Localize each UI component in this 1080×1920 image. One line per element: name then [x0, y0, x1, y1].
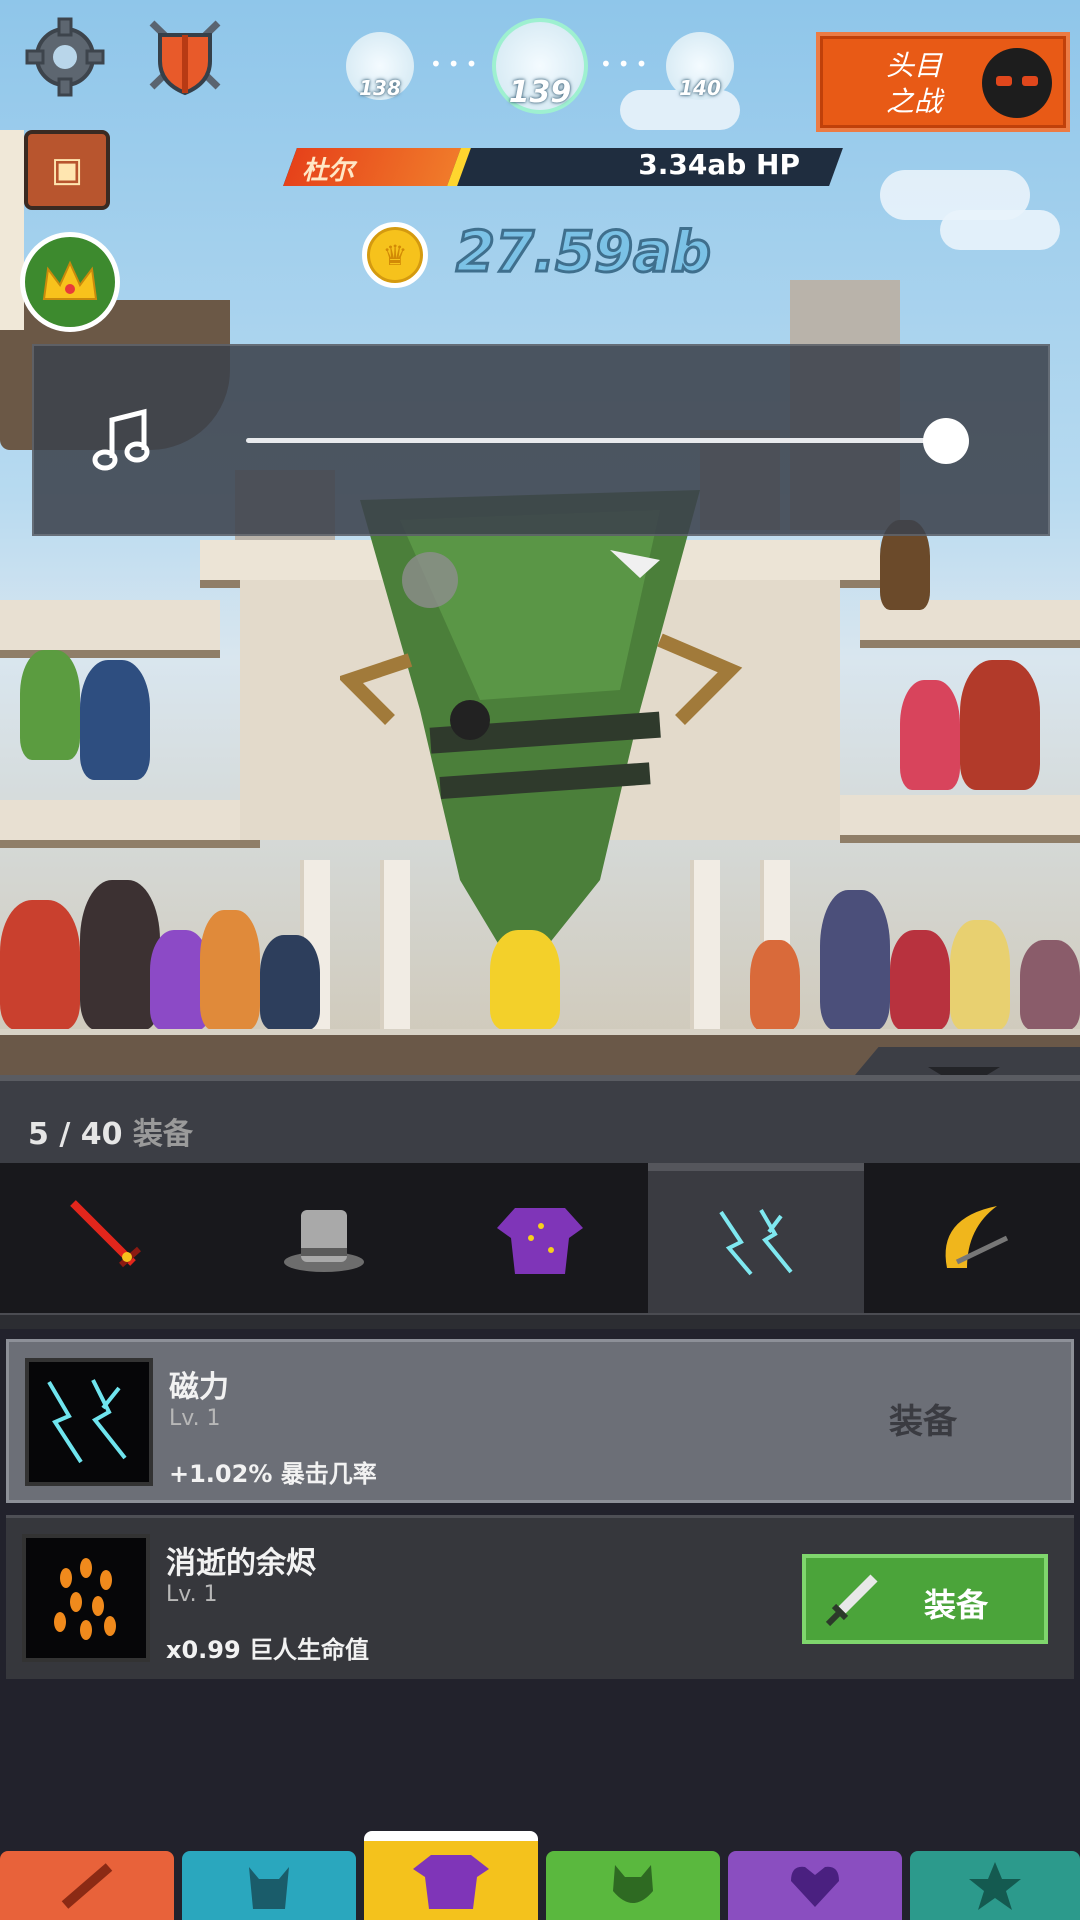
equipment-category-tabs	[0, 1163, 1080, 1313]
clan-button[interactable]	[20, 232, 120, 332]
embers-icon	[54, 1558, 116, 1640]
item-effect: +1.02% 暴击几率	[169, 1460, 377, 1488]
cloud	[940, 210, 1060, 250]
equip-button[interactable]: 装备	[889, 1394, 957, 1443]
item-effect: x0.99 巨人生命值	[166, 1636, 370, 1664]
stage-dots: •••	[600, 52, 654, 76]
stage-current: 139	[492, 18, 588, 114]
nav-sword[interactable]	[0, 1851, 174, 1920]
item-level: Lv. 1	[166, 1582, 218, 1607]
equipment-count-value: 5 / 40	[28, 1117, 123, 1152]
shop-button[interactable]: ▣	[24, 130, 110, 210]
hero	[0, 900, 80, 1030]
stage-prev: 138	[346, 32, 414, 100]
equipment-nav-icon	[413, 1854, 489, 1909]
crown-icon	[42, 260, 98, 300]
lightning-aura-icon	[47, 1379, 127, 1464]
nav-equipment[interactable]	[364, 1831, 538, 1920]
sword-icon	[70, 1200, 141, 1268]
golden-slash-icon	[945, 1206, 1009, 1268]
stage-prev-number: 138	[359, 76, 401, 100]
castle-ledge	[0, 800, 260, 848]
nav-heroes[interactable]	[182, 1851, 356, 1920]
hero	[960, 660, 1040, 790]
hero	[80, 880, 160, 1030]
airship-sail	[0, 130, 24, 330]
item-name: 消逝的余烬	[166, 1546, 316, 1581]
stage-dots: •••	[430, 52, 484, 76]
guild-button[interactable]	[140, 14, 230, 100]
gold-amount: 27.59ab	[454, 219, 712, 287]
volume-panel	[32, 344, 1050, 536]
hero	[80, 660, 150, 780]
tab-aura[interactable]	[648, 1163, 864, 1313]
shop-nav-icon	[969, 1861, 1021, 1910]
crossed-swords-shield-icon	[149, 20, 221, 96]
equip-button-label: 装备	[924, 1586, 989, 1624]
equipment-count-label: 装备	[132, 1117, 193, 1152]
item-thumbnail	[25, 1358, 153, 1486]
hero	[950, 920, 1010, 1030]
boss-fight-button[interactable]: 头目 之战	[816, 32, 1070, 132]
stage-next-number: 140	[679, 76, 721, 100]
sword-icon	[825, 1574, 878, 1627]
tab-robe[interactable]	[432, 1163, 648, 1313]
settings-button[interactable]	[22, 14, 108, 100]
nav-pets[interactable]	[546, 1851, 720, 1920]
hero	[750, 940, 800, 1030]
bottom-nav	[0, 1831, 1080, 1920]
stage-current-number: 139	[508, 75, 572, 110]
item-level: Lv. 1	[169, 1406, 221, 1431]
tab-sword[interactable]	[0, 1163, 216, 1313]
equip-button[interactable]: 装备	[802, 1554, 1048, 1644]
hero	[490, 930, 560, 1030]
hero	[900, 680, 960, 790]
equipment-count: 5 / 40 装备	[28, 1109, 193, 1153]
robe-icon	[497, 1208, 583, 1274]
item-thumbnail	[22, 1534, 150, 1662]
gear-icon	[25, 17, 105, 97]
hero	[20, 650, 80, 760]
hero	[890, 930, 950, 1030]
tab-hat[interactable]	[216, 1163, 432, 1313]
boss-tree-giant[interactable]	[340, 460, 760, 980]
item-name: 磁力	[169, 1370, 229, 1405]
tabs-divider	[0, 1313, 1080, 1329]
lightning-aura-icon	[719, 1208, 793, 1276]
stage-next: 140	[666, 32, 734, 100]
nav-artifacts[interactable]	[728, 1851, 902, 1920]
sword-nav-icon	[61, 1862, 113, 1909]
equipment-count-bar: 5 / 40 装备	[0, 1075, 1080, 1163]
boss-fight-label: 头目 之战	[864, 48, 964, 120]
enemy-hp-value: 3.34ab HP	[638, 148, 800, 181]
equipment-item[interactable]: 消逝的余烬 Lv. 1 x0.99 巨人生命值 装备	[6, 1515, 1074, 1679]
hero	[1020, 940, 1080, 1030]
top-hat-icon	[284, 1210, 364, 1272]
boss-fight-label-line1: 头目	[885, 49, 942, 82]
hero	[200, 910, 260, 1030]
demon-face-icon	[982, 48, 1052, 118]
tab-slash[interactable]	[864, 1163, 1080, 1313]
nav-shop[interactable]	[910, 1851, 1080, 1920]
gold-coin-icon: ♛	[362, 222, 428, 288]
hero	[820, 890, 890, 1030]
volume-slider-thumb[interactable]	[923, 418, 969, 464]
castle-ledge	[0, 600, 220, 658]
music-note-icon	[92, 408, 150, 471]
volume-slider-track[interactable]	[246, 438, 946, 443]
treasure-chest-icon: ▣	[50, 150, 84, 190]
pets-nav-icon	[613, 1864, 653, 1903]
equipment-item-selected[interactable]: 磁力 Lv. 1 +1.02% 暴击几率 装备	[6, 1339, 1074, 1503]
castle-ledge	[840, 795, 1080, 843]
hero	[260, 935, 320, 1030]
demon-eye	[1022, 76, 1038, 86]
enemy-name: 杜尔	[302, 156, 355, 186]
artifacts-nav-icon	[791, 1866, 839, 1907]
heroes-nav-icon	[249, 1866, 289, 1909]
boss-fight-label-line2: 之战	[885, 85, 942, 118]
demon-eye	[996, 76, 1012, 86]
